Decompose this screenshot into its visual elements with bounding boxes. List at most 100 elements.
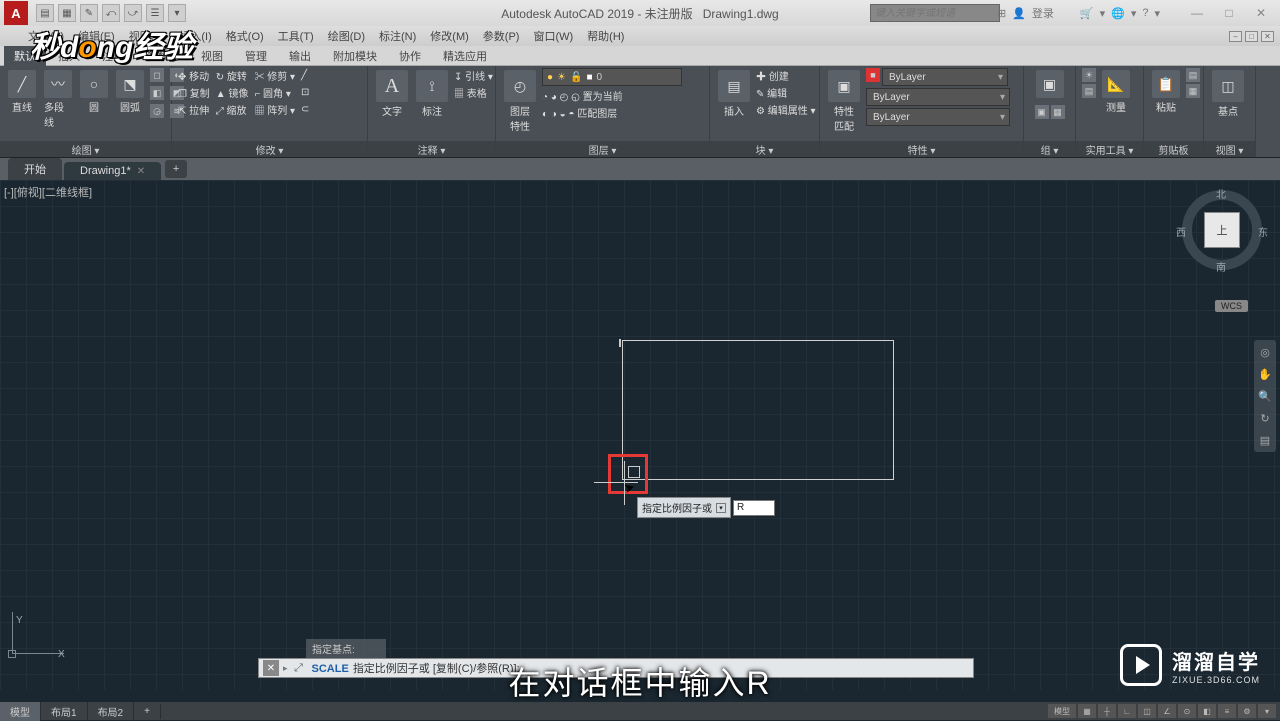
create-block-button[interactable]: ✚ 创建 [756,68,816,83]
dir-north[interactable]: 北 [1216,186,1226,201]
app-logo[interactable]: A [4,1,28,25]
edit-attr-button[interactable]: ⚙ 编辑属性 ▾ [756,102,816,117]
dynamic-input-field[interactable] [733,500,775,516]
minimize-button[interactable]: — [1182,4,1212,22]
pan-icon[interactable]: ✋ [1257,366,1273,382]
zoom-icon[interactable]: 🔍 [1257,388,1273,404]
group-small-icon[interactable]: ▦ [1051,105,1065,119]
close-button[interactable]: ✕ [1246,4,1276,22]
trim-button[interactable]: ✂ 修剪 ▾ [254,68,295,83]
tab-model[interactable]: 模型 [0,702,41,721]
tab-layout1[interactable]: 布局1 [41,702,88,721]
qat-btn[interactable]: ✎ [80,4,98,22]
panel-title[interactable]: 图层 ▾ [496,141,709,157]
chevron-down-icon[interactable]: ▾ [1154,7,1160,20]
group-small-icon[interactable]: ▣ [1035,105,1049,119]
mod-icon[interactable]: ⊡ [301,85,309,100]
steering-wheel-icon[interactable]: ◎ [1257,344,1273,360]
panel-title[interactable]: 特性 ▾ [820,141,1023,157]
showmotion-icon[interactable]: ▤ [1257,432,1273,448]
drawing-canvas[interactable]: [-][俯视][二维线框] ➤ 指定比例因子或▾ 上 北 南 东 西 WCS ◎… [0,180,1280,690]
status-icon[interactable]: ∟ [1118,704,1136,718]
login-text[interactable]: 登录 [1032,5,1054,21]
mod-icon[interactable]: ╱ [301,68,309,83]
menu-draw[interactable]: 绘图(D) [328,28,365,44]
dim-button[interactable]: ⟟标注 [414,68,450,120]
basepoint-button[interactable]: ◫基点 [1210,68,1246,120]
mod-icon[interactable]: ⊂ [301,102,309,117]
copy-button[interactable]: ❐ 复制 [178,85,210,100]
clip-icon[interactable]: ▤ [1186,68,1200,82]
ribbon-tab-addon[interactable]: 附加模块 [323,46,387,66]
arc-button[interactable]: ⬔圆弧 [114,68,146,116]
status-model[interactable]: 模型 [1048,704,1076,718]
menu-param[interactable]: 参数(P) [483,28,520,44]
mirror-button[interactable]: ▲ 镜像 [216,85,249,100]
status-icon[interactable]: ▦ [1078,704,1096,718]
qat-btn[interactable]: ⤺ [102,4,120,22]
status-icon[interactable]: ∠ [1158,704,1176,718]
layer-props-button[interactable]: ◴图层 特性 [502,68,538,135]
rotate-button[interactable]: ↻ 旋转 [216,68,249,83]
clip-icon[interactable]: ▦ [1186,84,1200,98]
ribbon-tab-featured[interactable]: 精选应用 [433,46,497,66]
viewcube[interactable]: 上 北 南 东 西 [1182,190,1262,270]
add-layout-button[interactable]: + [134,704,161,719]
panel-title[interactable]: 组 ▾ [1024,141,1075,157]
menu-window[interactable]: 窗口(W) [533,28,573,44]
help-icon[interactable]: ? [1142,7,1148,19]
circle-button[interactable]: ○圆 [78,68,110,116]
panel-title[interactable]: 剪贴板 [1144,141,1203,157]
edit-block-button[interactable]: ✎ 编辑 [756,85,816,100]
dir-south[interactable]: 南 [1216,259,1226,274]
options-icon[interactable]: ▾ [716,503,726,513]
status-icon[interactable]: ⊙ [1178,704,1196,718]
panel-title[interactable]: 视图 ▾ [1204,141,1255,157]
tab-drawing1[interactable]: Drawing1*✕ [64,162,161,180]
maximize-button[interactable]: □ [1214,4,1244,22]
doc-max-button[interactable]: □ [1245,31,1258,42]
stretch-button[interactable]: ⇱ 拉伸 [178,102,210,117]
color-icon[interactable]: ■ [866,68,880,82]
viewcube-top[interactable]: 上 [1204,212,1240,248]
qat-btn[interactable]: ⤻ [124,4,142,22]
close-icon[interactable]: ✕ [263,660,279,676]
panel-title[interactable]: 实用工具 ▾ [1076,141,1143,157]
qat-btn[interactable]: ▤ [36,4,54,22]
fillet-button[interactable]: ⌐ 圆角 ▾ [254,85,295,100]
grid-icon[interactable]: ⊞ [997,7,1006,20]
panel-title[interactable]: 注释 ▾ [368,141,495,157]
doc-min-button[interactable]: – [1229,31,1242,42]
menu-modify[interactable]: 修改(M) [430,28,469,44]
move-button[interactable]: ✥ 移动 [178,68,210,83]
new-tab-button[interactable]: + [165,160,187,178]
ribbon-tab-output[interactable]: 输出 [279,46,321,66]
ribbon-tab-manage[interactable]: 管理 [235,46,277,66]
menu-tools[interactable]: 工具(T) [278,28,314,44]
array-button[interactable]: ▦ 阵列 ▾ [254,102,295,117]
paste-button[interactable]: 📋粘贴 [1150,68,1182,116]
close-icon[interactable]: ✕ [137,166,145,177]
qat-dropdown[interactable]: ▾ [168,4,186,22]
status-icon[interactable]: ◫ [1138,704,1156,718]
menu-format[interactable]: 格式(O) [226,28,264,44]
search-input[interactable] [871,5,999,21]
panel-title[interactable]: 绘图 ▾ [0,141,171,157]
lineweight-select[interactable]: ByLayer [866,88,1010,106]
menu-help[interactable]: 帮助(H) [587,28,624,44]
draw-small-icon[interactable]: ◶ [150,104,164,118]
measure-button[interactable]: 📐测量 [1100,68,1132,116]
draw-small-icon[interactable]: ◧ [150,86,164,100]
login-area[interactable]: ⊞ 👤 登录 🛒 ▾ 🌐 ▾ ? ▾ [997,5,1160,21]
viewport-label[interactable]: [-][俯视][二维线框] [4,184,92,200]
group-button[interactable]: ▣组 ▾ [1034,68,1066,101]
chevron-icon[interactable]: ▸ [283,663,288,674]
doc-close-button[interactable]: ✕ [1261,31,1274,42]
match-props-button[interactable]: ▣特性 匹配 [826,68,862,135]
tab-start[interactable]: 开始 [8,158,62,180]
status-icon[interactable]: ◧ [1198,704,1216,718]
insert-block-button[interactable]: ▤插入 [716,68,752,120]
qat-btn[interactable]: ▦ [58,4,76,22]
status-icon[interactable]: ⚙ [1238,704,1256,718]
status-icon[interactable]: ┼ [1098,704,1116,718]
